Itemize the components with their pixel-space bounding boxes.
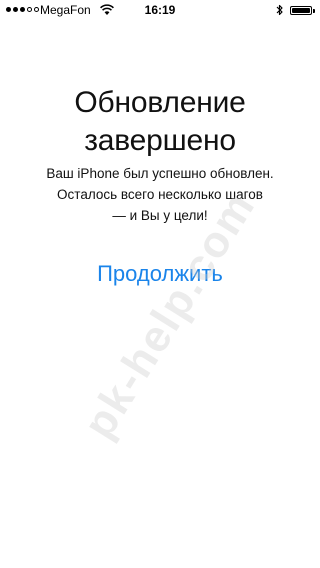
- status-time: 16:19: [144, 3, 176, 17]
- battery-icon: [290, 6, 312, 15]
- title-line: Обновление: [74, 86, 246, 119]
- page-title: Обновление завершено: [0, 84, 320, 160]
- status-bar: MegaFon 16:19: [0, 0, 320, 20]
- bluetooth-icon: [276, 4, 283, 16]
- battery-level: [292, 8, 310, 13]
- title-line: завершено: [84, 124, 236, 157]
- battery-tip: [313, 9, 315, 13]
- message-line: — и Вы у цели!: [112, 208, 208, 223]
- update-message: Ваш iPhone был успешно обновлен. Осталос…: [20, 163, 300, 226]
- continue-button[interactable]: Продолжить: [40, 257, 280, 291]
- message-line: Осталось всего несколько шагов: [57, 187, 263, 202]
- message-line: Ваш iPhone был успешно обновлен.: [46, 166, 274, 181]
